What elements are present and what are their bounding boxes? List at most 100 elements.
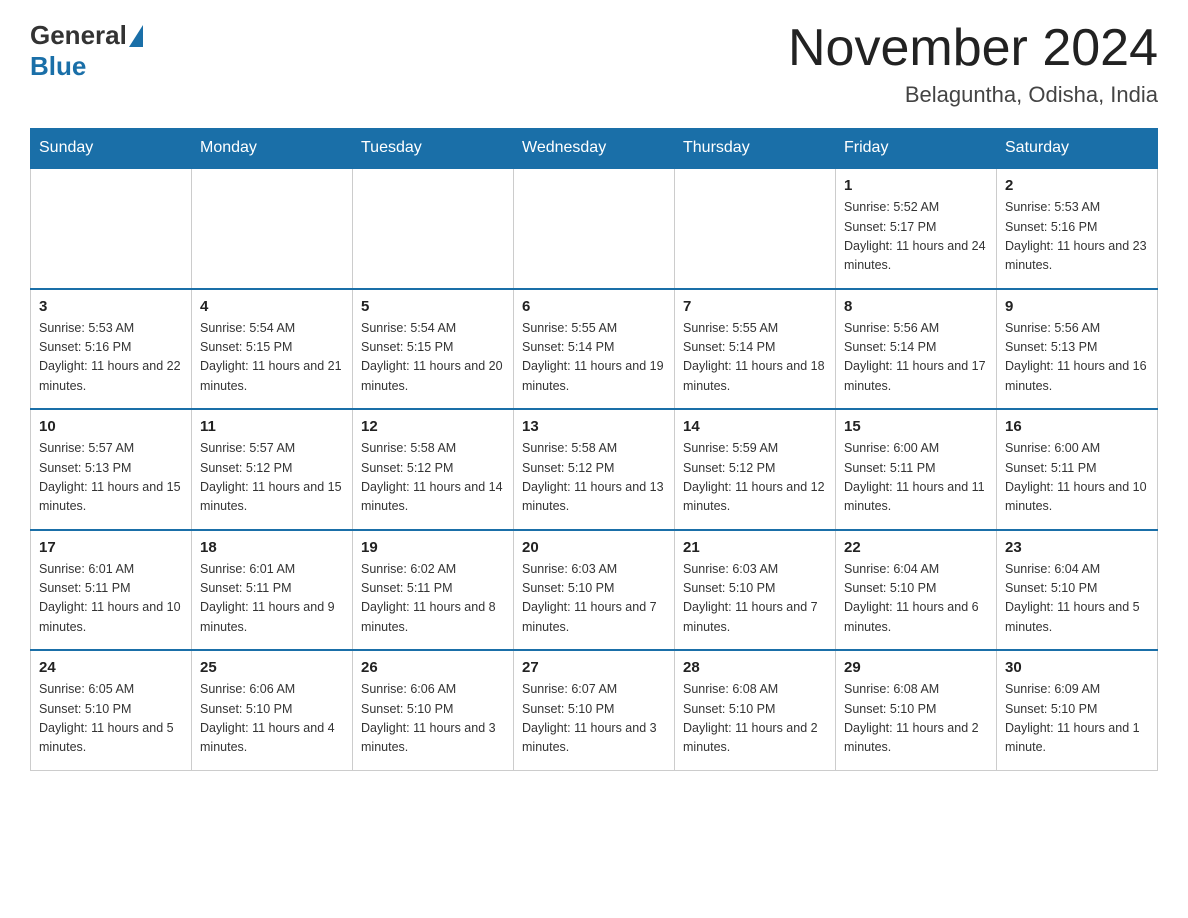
day-number: 20: [522, 539, 666, 556]
title-section: November 2024 Belaguntha, Odisha, India: [788, 20, 1158, 108]
calendar-subtitle: Belaguntha, Odisha, India: [788, 82, 1158, 108]
day-number: 11: [200, 418, 344, 435]
day-info: Sunrise: 6:00 AMSunset: 5:11 PMDaylight:…: [844, 439, 988, 517]
calendar-cell: 10 Sunrise: 5:57 AMSunset: 5:13 PMDayligh…: [31, 409, 192, 530]
day-info: Sunrise: 5:58 AMSunset: 5:12 PMDaylight:…: [361, 439, 505, 517]
calendar-cell: 30 Sunrise: 6:09 AMSunset: 5:10 PMDayligh…: [997, 650, 1158, 770]
calendar-cell: 17 Sunrise: 6:01 AMSunset: 5:11 PMDayligh…: [31, 530, 192, 651]
day-number: 5: [361, 298, 505, 315]
day-number: 18: [200, 539, 344, 556]
calendar-cell: 5 Sunrise: 5:54 AMSunset: 5:15 PMDaylight…: [353, 289, 514, 410]
calendar-cell: 8 Sunrise: 5:56 AMSunset: 5:14 PMDaylight…: [836, 289, 997, 410]
day-number: 1: [844, 177, 988, 194]
calendar-cell: 19 Sunrise: 6:02 AMSunset: 5:11 PMDayligh…: [353, 530, 514, 651]
day-info: Sunrise: 6:04 AMSunset: 5:10 PMDaylight:…: [844, 560, 988, 638]
calendar-cell: 6Sunrise: 5:55 AMSunset: 5:14 PMDaylight…: [514, 289, 675, 410]
day-info: Sunrise: 6:09 AMSunset: 5:10 PMDaylight:…: [1005, 680, 1149, 758]
day-number: 29: [844, 659, 988, 676]
calendar-cell: 22 Sunrise: 6:04 AMSunset: 5:10 PMDayligh…: [836, 530, 997, 651]
day-number: 26: [361, 659, 505, 676]
day-info: Sunrise: 6:02 AMSunset: 5:11 PMDaylight:…: [361, 560, 505, 638]
weekday-header-wednesday: Wednesday: [514, 129, 675, 169]
day-number: 30: [1005, 659, 1149, 676]
day-info: Sunrise: 6:00 AMSunset: 5:11 PMDaylight:…: [1005, 439, 1149, 517]
calendar-cell: 21Sunrise: 6:03 AMSunset: 5:10 PMDayligh…: [675, 530, 836, 651]
week-row-2: 3 Sunrise: 5:53 AMSunset: 5:16 PMDaylight…: [31, 289, 1158, 410]
day-info: Sunrise: 5:53 AMSunset: 5:16 PMDaylight:…: [39, 319, 183, 397]
calendar-cell: 1 Sunrise: 5:52 AMSunset: 5:17 PMDaylight…: [836, 168, 997, 289]
day-number: 22: [844, 539, 988, 556]
calendar-cell: [192, 168, 353, 289]
calendar-cell: [514, 168, 675, 289]
weekday-header-saturday: Saturday: [997, 129, 1158, 169]
day-info: Sunrise: 6:01 AMSunset: 5:11 PMDaylight:…: [39, 560, 183, 638]
day-number: 24: [39, 659, 183, 676]
week-row-4: 17 Sunrise: 6:01 AMSunset: 5:11 PMDayligh…: [31, 530, 1158, 651]
calendar-cell: 25 Sunrise: 6:06 AMSunset: 5:10 PMDayligh…: [192, 650, 353, 770]
day-info: Sunrise: 6:04 AMSunset: 5:10 PMDaylight:…: [1005, 560, 1149, 638]
day-info: Sunrise: 6:05 AMSunset: 5:10 PMDaylight:…: [39, 680, 183, 758]
day-number: 25: [200, 659, 344, 676]
day-info: Sunrise: 5:57 AMSunset: 5:13 PMDaylight:…: [39, 439, 183, 517]
day-number: 21: [683, 539, 827, 556]
calendar-cell: 29 Sunrise: 6:08 AMSunset: 5:10 PMDayligh…: [836, 650, 997, 770]
day-number: 19: [361, 539, 505, 556]
day-info: Sunrise: 5:54 AMSunset: 5:15 PMDaylight:…: [361, 319, 505, 397]
calendar-cell: 15 Sunrise: 6:00 AMSunset: 5:11 PMDayligh…: [836, 409, 997, 530]
day-info: Sunrise: 5:59 AMSunset: 5:12 PMDaylight:…: [683, 439, 827, 517]
calendar-cell: 27Sunrise: 6:07 AMSunset: 5:10 PMDayligh…: [514, 650, 675, 770]
calendar-cell: 24 Sunrise: 6:05 AMSunset: 5:10 PMDayligh…: [31, 650, 192, 770]
calendar-cell: 14 Sunrise: 5:59 AMSunset: 5:12 PMDayligh…: [675, 409, 836, 530]
weekday-header-monday: Monday: [192, 129, 353, 169]
calendar-cell: 4Sunrise: 5:54 AMSunset: 5:15 PMDaylight…: [192, 289, 353, 410]
day-number: 3: [39, 298, 183, 315]
day-info: Sunrise: 5:55 AMSunset: 5:14 PMDaylight:…: [683, 319, 827, 397]
day-number: 9: [1005, 298, 1149, 315]
calendar-cell: 2Sunrise: 5:53 AMSunset: 5:16 PMDaylight…: [997, 168, 1158, 289]
day-number: 8: [844, 298, 988, 315]
day-number: 17: [39, 539, 183, 556]
calendar-cell: 9 Sunrise: 5:56 AMSunset: 5:13 PMDaylight…: [997, 289, 1158, 410]
day-info: Sunrise: 6:08 AMSunset: 5:10 PMDaylight:…: [683, 680, 827, 758]
day-number: 4: [200, 298, 344, 315]
calendar-cell: 16 Sunrise: 6:00 AMSunset: 5:11 PMDayligh…: [997, 409, 1158, 530]
calendar-cell: 3 Sunrise: 5:53 AMSunset: 5:16 PMDaylight…: [31, 289, 192, 410]
weekday-header-friday: Friday: [836, 129, 997, 169]
day-info: Sunrise: 6:01 AMSunset: 5:11 PMDaylight:…: [200, 560, 344, 638]
day-number: 28: [683, 659, 827, 676]
day-info: Sunrise: 5:58 AMSunset: 5:12 PMDaylight:…: [522, 439, 666, 517]
day-info: Sunrise: 5:56 AMSunset: 5:14 PMDaylight:…: [844, 319, 988, 397]
calendar-cell: 7 Sunrise: 5:55 AMSunset: 5:14 PMDaylight…: [675, 289, 836, 410]
day-number: 16: [1005, 418, 1149, 435]
calendar-cell: 28 Sunrise: 6:08 AMSunset: 5:10 PMDayligh…: [675, 650, 836, 770]
logo-triangle-icon: [129, 25, 143, 47]
calendar-cell: 20Sunrise: 6:03 AMSunset: 5:10 PMDayligh…: [514, 530, 675, 651]
weekday-header-row: SundayMondayTuesdayWednesdayThursdayFrid…: [31, 129, 1158, 169]
logo-general-text: General: [30, 20, 127, 51]
weekday-header-sunday: Sunday: [31, 129, 192, 169]
day-info: Sunrise: 5:52 AMSunset: 5:17 PMDaylight:…: [844, 198, 988, 276]
day-info: Sunrise: 6:08 AMSunset: 5:10 PMDaylight:…: [844, 680, 988, 758]
weekday-header-tuesday: Tuesday: [353, 129, 514, 169]
calendar-cell: 11Sunrise: 5:57 AMSunset: 5:12 PMDayligh…: [192, 409, 353, 530]
week-row-3: 10 Sunrise: 5:57 AMSunset: 5:13 PMDayligh…: [31, 409, 1158, 530]
day-number: 14: [683, 418, 827, 435]
page-header: General Blue November 2024 Belaguntha, O…: [30, 20, 1158, 108]
day-info: Sunrise: 5:55 AMSunset: 5:14 PMDaylight:…: [522, 319, 666, 397]
day-number: 10: [39, 418, 183, 435]
week-row-1: 1 Sunrise: 5:52 AMSunset: 5:17 PMDaylight…: [31, 168, 1158, 289]
calendar-cell: 26Sunrise: 6:06 AMSunset: 5:10 PMDayligh…: [353, 650, 514, 770]
day-number: 15: [844, 418, 988, 435]
day-number: 7: [683, 298, 827, 315]
logo: General Blue: [30, 20, 143, 82]
day-info: Sunrise: 5:56 AMSunset: 5:13 PMDaylight:…: [1005, 319, 1149, 397]
week-row-5: 24 Sunrise: 6:05 AMSunset: 5:10 PMDayligh…: [31, 650, 1158, 770]
weekday-header-thursday: Thursday: [675, 129, 836, 169]
day-info: Sunrise: 5:53 AMSunset: 5:16 PMDaylight:…: [1005, 198, 1149, 276]
day-info: Sunrise: 6:06 AMSunset: 5:10 PMDaylight:…: [200, 680, 344, 758]
day-number: 12: [361, 418, 505, 435]
calendar-cell: [675, 168, 836, 289]
day-number: 27: [522, 659, 666, 676]
calendar-title: November 2024: [788, 20, 1158, 77]
calendar-cell: 18 Sunrise: 6:01 AMSunset: 5:11 PMDayligh…: [192, 530, 353, 651]
